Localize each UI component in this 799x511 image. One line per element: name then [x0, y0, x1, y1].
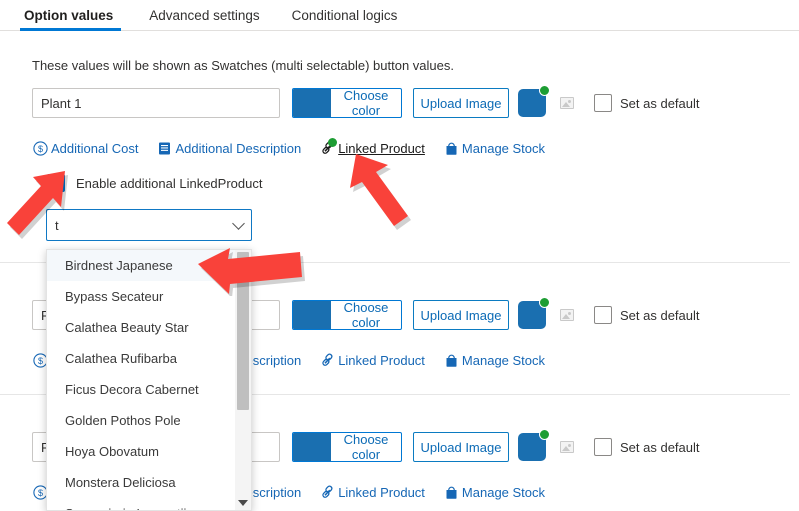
- link-label: Linked Product: [338, 141, 425, 156]
- scroll-down-arrow-icon[interactable]: [238, 500, 248, 506]
- document-lines-icon: [156, 140, 173, 157]
- shopping-bag-icon: [443, 140, 460, 157]
- manage-stock-link-3[interactable]: Manage Stock: [443, 484, 545, 501]
- dropdown-option[interactable]: Calathea Rufibarba: [47, 343, 237, 374]
- option-value-text: Plant 1: [41, 95, 82, 111]
- link-label: Additional Description: [175, 141, 302, 156]
- dropdown-option[interactable]: Hoya Obovatum: [47, 436, 237, 467]
- additional-cost-link-1[interactable]: $ Additional Cost: [32, 140, 138, 157]
- dropdown-option[interactable]: Ficus Decora Cabernet: [47, 374, 237, 405]
- tab-advanced-settings[interactable]: Advanced settings: [133, 0, 275, 31]
- selected-color-swatch-3[interactable]: [518, 429, 550, 461]
- link-label: Manage Stock: [461, 141, 546, 156]
- upload-image-label: Upload Image: [420, 439, 502, 455]
- tab-bar: Option values Advanced settings Conditio…: [0, 0, 799, 32]
- tab-option-values[interactable]: Option values: [0, 0, 133, 31]
- choose-color-button-3[interactable]: Choose color: [292, 432, 402, 462]
- color-swatch-strip: [293, 433, 331, 461]
- intro-text: These values will be shown as Swatches (…: [32, 58, 454, 73]
- set-as-default-label-2: Set as default: [620, 308, 700, 323]
- dropdown-option[interactable]: Monstera Deliciosa: [47, 467, 237, 498]
- link-chain-icon: [319, 352, 336, 369]
- dropdown-scrollbar[interactable]: [235, 250, 251, 510]
- dropdown-option[interactable]: Birdnest Japanese: [47, 250, 237, 281]
- dropdown-option[interactable]: Golden Pothos Pole: [47, 405, 237, 436]
- selected-color-swatch-1[interactable]: [518, 85, 550, 117]
- green-status-dot-icon: [539, 429, 550, 440]
- link-chain-icon: [319, 138, 338, 157]
- linked-product-link-3[interactable]: Linked Product: [319, 484, 425, 501]
- set-as-default-checkbox-1[interactable]: [594, 94, 612, 112]
- upload-image-button-3[interactable]: Upload Image: [413, 432, 509, 462]
- shopping-bag-icon: [443, 484, 460, 501]
- linked-product-link-1[interactable]: Linked Product: [319, 138, 425, 157]
- link-label: Manage Stock: [461, 353, 546, 368]
- upload-image-label: Upload Image: [420, 95, 502, 111]
- choose-color-label: Choose color: [343, 300, 389, 330]
- tab-label: Advanced settings: [149, 8, 260, 23]
- upload-image-label: Upload Image: [420, 307, 502, 323]
- combobox-value: t: [55, 217, 59, 233]
- linked-product-combobox[interactable]: t: [46, 209, 252, 241]
- enable-additional-linkedproduct-checkbox[interactable]: [47, 174, 65, 192]
- option-value-input-1[interactable]: Plant 1: [32, 88, 280, 118]
- tab-conditional-logics[interactable]: Conditional logics: [276, 0, 414, 31]
- selected-color-swatch-2[interactable]: [518, 297, 550, 329]
- color-swatch-strip: [293, 89, 331, 117]
- enable-additional-linkedproduct-label: Enable additional LinkedProduct: [76, 176, 263, 191]
- app-root: Option values Advanced settings Conditio…: [0, 0, 799, 511]
- set-as-default-label-1: Set as default: [620, 96, 700, 111]
- tab-label: Option values: [24, 8, 114, 23]
- upload-image-button-2[interactable]: Upload Image: [413, 300, 509, 330]
- svg-text:$: $: [38, 488, 43, 498]
- set-as-default-label-3: Set as default: [620, 440, 700, 455]
- green-status-dot-icon: [539, 85, 550, 96]
- link-row-1: $ Additional Cost Additional Description…: [32, 138, 563, 157]
- color-swatch-strip: [293, 301, 331, 329]
- image-placeholder-icon-1: [560, 97, 574, 109]
- image-placeholder-icon-2: [560, 309, 574, 321]
- choose-color-label: Choose color: [343, 432, 389, 462]
- dropdown-option-list: Birdnest Japanese Bypass Secateur Calath…: [47, 250, 237, 510]
- dropdown-scrollbar-thumb[interactable]: [237, 252, 249, 410]
- choose-color-label: Choose color: [343, 88, 389, 118]
- choose-color-button-2[interactable]: Choose color: [292, 300, 402, 330]
- link-label: Additional Cost: [51, 141, 139, 156]
- green-status-dot-icon: [539, 297, 550, 308]
- linked-product-link-2[interactable]: Linked Product: [319, 352, 425, 369]
- set-as-default-checkbox-2[interactable]: [594, 306, 612, 324]
- link-label: Linked Product: [338, 353, 425, 368]
- link-label: Linked Product: [338, 485, 425, 500]
- linked-product-dropdown[interactable]: Birdnest Japanese Bypass Secateur Calath…: [46, 249, 252, 511]
- shopping-bag-icon: [443, 352, 460, 369]
- arrow-to-linked-product-link: [350, 154, 411, 230]
- link-label: Manage Stock: [461, 485, 546, 500]
- svg-text:$: $: [38, 144, 43, 154]
- set-as-default-checkbox-3[interactable]: [594, 438, 612, 456]
- chevron-down-icon: [232, 217, 245, 230]
- additional-description-link-1[interactable]: Additional Description: [156, 140, 301, 157]
- image-placeholder-icon-3: [560, 441, 574, 453]
- svg-text:$: $: [38, 356, 43, 366]
- manage-stock-link-2[interactable]: Manage Stock: [443, 352, 545, 369]
- dollar-circle-icon: $: [32, 140, 49, 157]
- upload-image-button-1[interactable]: Upload Image: [413, 88, 509, 118]
- tab-label: Conditional logics: [291, 8, 398, 23]
- link-chain-icon: [319, 484, 336, 501]
- dropdown-option[interactable]: Bypass Secateur: [47, 281, 237, 312]
- dropdown-option[interactable]: Calathea Beauty Star: [47, 312, 237, 343]
- choose-color-button-1[interactable]: Choose color: [292, 88, 402, 118]
- manage-stock-link-1[interactable]: Manage Stock: [443, 140, 545, 157]
- dropdown-option[interactable]: Sansevieria Laurentii: [47, 498, 237, 510]
